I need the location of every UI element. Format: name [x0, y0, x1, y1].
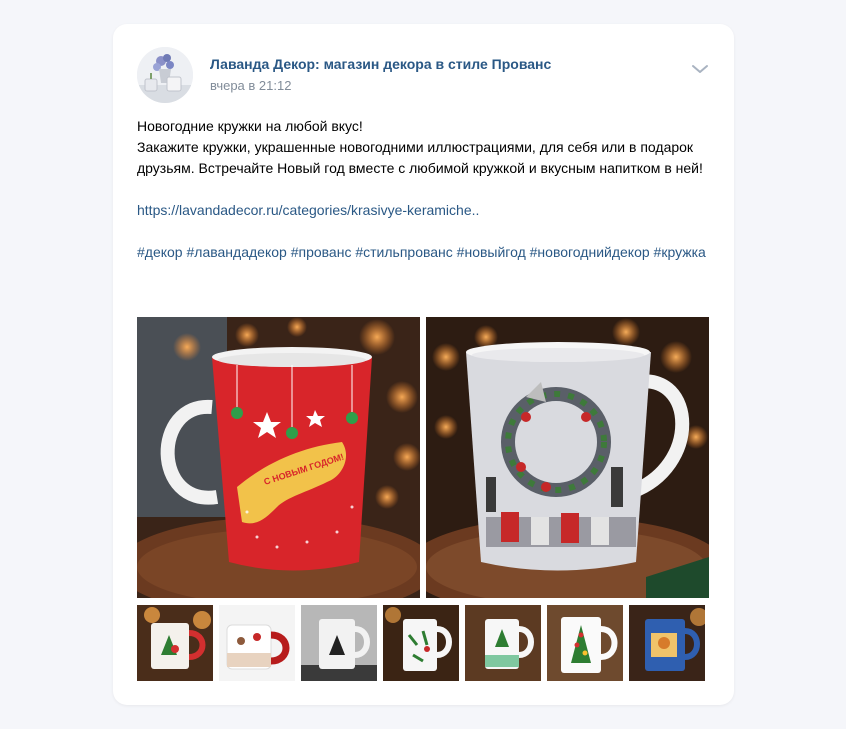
post-text-line: Новогодние кружки на любой вкус! [137, 118, 363, 134]
author-name[interactable]: Лаванда Декор: магазин декора в стиле Пр… [210, 56, 551, 72]
post-text-line: Закажите кружки, украшенные новогодними … [137, 139, 703, 176]
post-header: Лаванда Декор: магазин декора в стиле Пр… [137, 47, 712, 103]
thumbnail-photo[interactable] [383, 605, 459, 681]
thumbnail-photo[interactable] [137, 605, 213, 681]
hashtag[interactable]: #лавандадекор [187, 244, 287, 260]
post-time[interactable]: вчера в 21:12 [210, 78, 291, 93]
photo-red-mug[interactable]: С НОВЫМ ГОДОМ! [137, 317, 420, 598]
hashtag[interactable]: #прованс [291, 244, 352, 260]
post-text: Новогодние кружки на любой вкус! Закажит… [137, 116, 712, 263]
hashtag[interactable]: #стильпрованс [355, 244, 452, 260]
hashtag[interactable]: #новыйгод [457, 244, 526, 260]
thumbnail-photo[interactable] [629, 605, 705, 681]
thumbnail-photo[interactable] [465, 605, 541, 681]
thumbnail-photo[interactable] [219, 605, 295, 681]
photo-wreath-mug[interactable] [426, 317, 709, 598]
chevron-down-icon [692, 65, 708, 73]
thumbnail-photo[interactable] [547, 605, 623, 681]
post-menu-button[interactable] [688, 57, 712, 81]
hashtag[interactable]: #декор [137, 244, 183, 260]
post-link[interactable]: https://lavandadecor.ru/categories/krasi… [137, 202, 479, 218]
photo-thumbnails [137, 605, 710, 681]
hashtag[interactable]: #новогоднийдекор [530, 244, 650, 260]
avatar[interactable] [137, 47, 193, 103]
thumbnail-photo[interactable] [301, 605, 377, 681]
post-card: Лаванда Декор: магазин декора в стиле Пр… [113, 24, 734, 705]
hashtag[interactable]: #кружка [654, 244, 706, 260]
hashtags: #декор #лавандадекор #прованс #стильпров… [137, 242, 712, 263]
